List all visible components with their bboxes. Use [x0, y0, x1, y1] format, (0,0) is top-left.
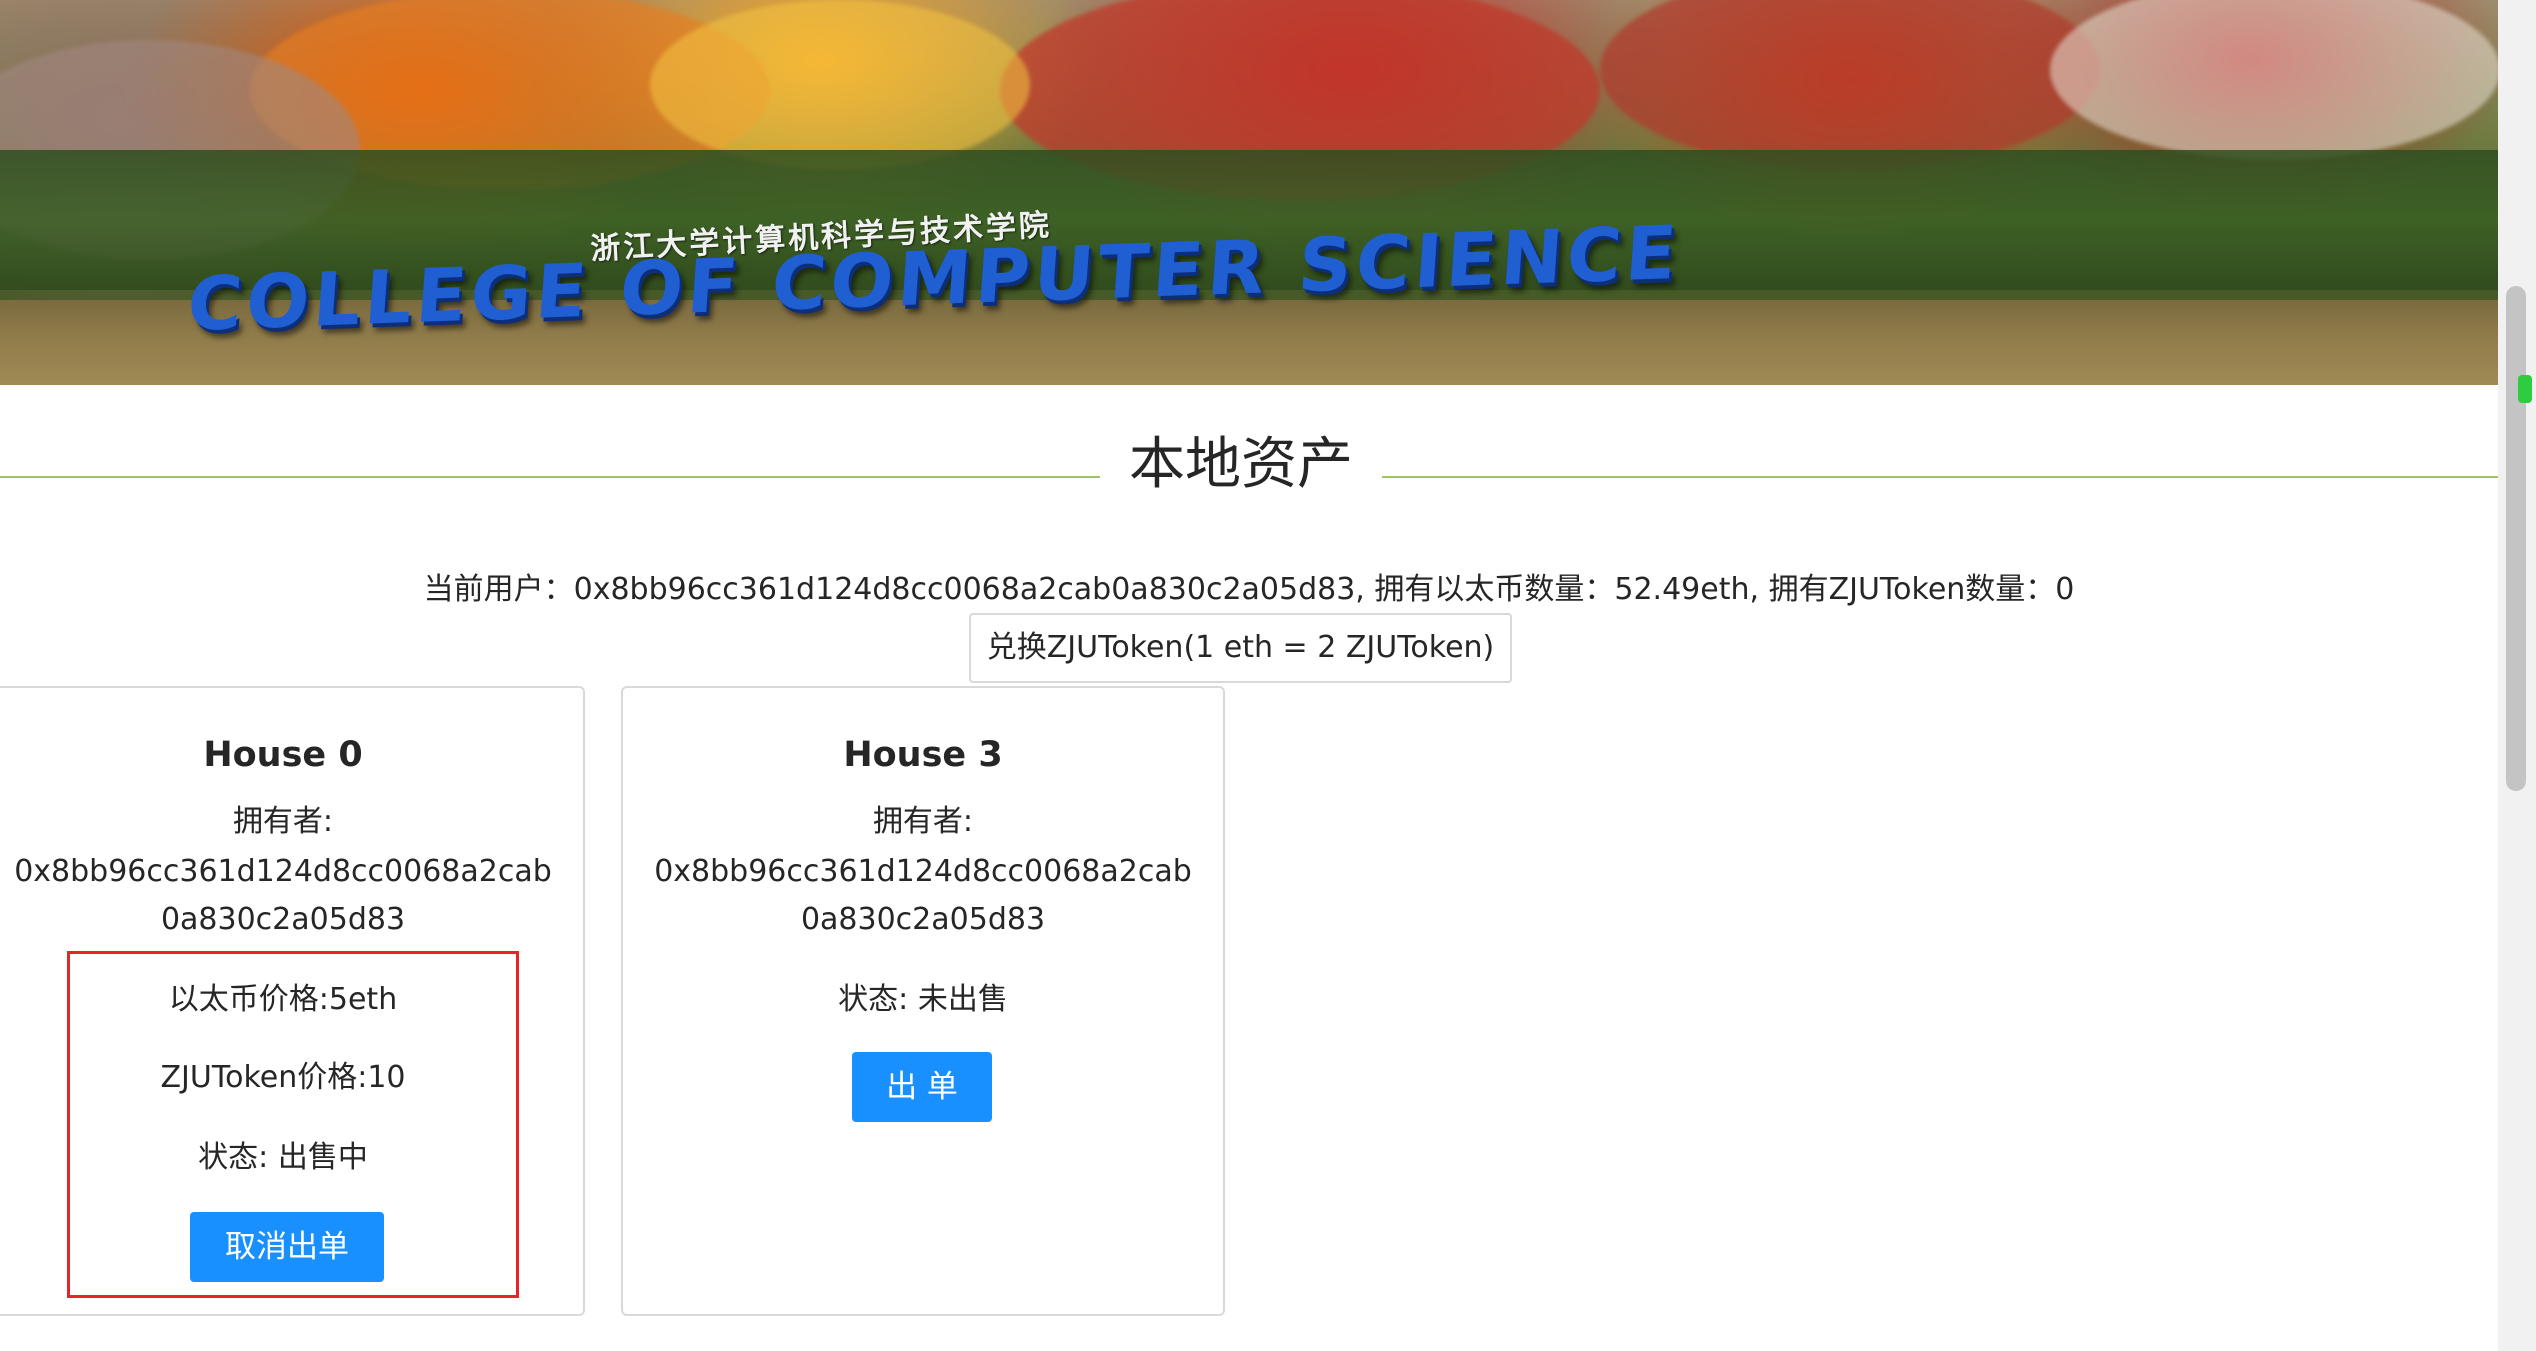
cancel-listing-button[interactable]: 取消出单 [190, 1212, 384, 1282]
divider-line-left [0, 476, 1100, 478]
divider-line-right [1382, 476, 2498, 478]
banner-foliage [2050, 0, 2498, 160]
section-title: 本地资产 [1129, 432, 1353, 497]
owner-label: 拥有者: [872, 804, 974, 839]
zjutoken-price: ZJUToken价格:10 [160, 1060, 406, 1095]
page: 浙江大学计算机科学与技术学院 COLLEGE OF COMPUTER SCIEN… [0, 0, 2536, 1351]
banner-foliage [1600, 0, 2100, 170]
house-card: House 3 拥有者: 0x8bb96cc361d124d8cc0068a2c… [621, 686, 1225, 1316]
vertical-scrollbar[interactable] [2498, 0, 2536, 1351]
list-for-sale-button[interactable]: 出 单 [852, 1052, 992, 1122]
eth-price: 以太币价格:5eth [168, 982, 398, 1017]
house-status: 状态: 出售中 [198, 1140, 368, 1175]
house-title: House 0 [203, 735, 363, 775]
scrollbar-thumb[interactable] [2506, 286, 2526, 791]
section-divider: 本地资产 [0, 430, 2498, 500]
scrollbar-marker [2518, 375, 2532, 403]
banner-foliage [650, 0, 1030, 170]
house-title: House 3 [843, 735, 1003, 775]
owner-label: 拥有者: [232, 804, 334, 839]
house-card: House 0 拥有者: 0x8bb96cc361d124d8cc0068a2c… [0, 686, 585, 1316]
owner-address: 0x8bb96cc361d124d8cc0068a2cab0a830c2a05d… [14, 854, 552, 937]
owner-address: 0x8bb96cc361d124d8cc0068a2cab0a830c2a05d… [654, 854, 1192, 937]
house-status: 状态: 未出售 [838, 982, 1008, 1017]
college-banner-image: 浙江大学计算机科学与技术学院 COLLEGE OF COMPUTER SCIEN… [0, 0, 2498, 385]
current-user-info: 当前用户：0x8bb96cc361d124d8cc0068a2cab0a830c… [423, 572, 2075, 607]
exchange-zjutoken-button[interactable]: 兑换ZJUToken(1 eth = 2 ZJUToken) [969, 613, 1512, 683]
